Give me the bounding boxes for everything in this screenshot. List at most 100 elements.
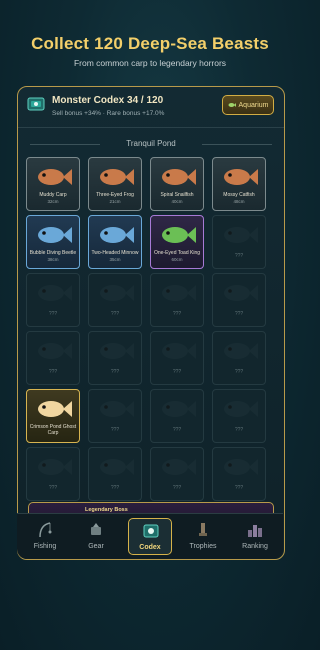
locked-fish-card[interactable]: ??? — [150, 273, 204, 327]
fish-size: 32cm — [47, 199, 59, 204]
fish-name: Crimson Pond Ghost Carp — [29, 424, 77, 436]
silhouette-icon — [38, 285, 72, 301]
fish-size: 35cm — [109, 257, 121, 262]
fish-card[interactable]: Crimson Pond Ghost Carp — [26, 389, 80, 443]
locked-fish-card[interactable]: ??? — [212, 389, 266, 443]
fish-icon — [228, 103, 236, 107]
locked-fish-card[interactable]: ??? — [26, 331, 80, 385]
gear-icon — [91, 523, 101, 535]
tab-label: Gear — [88, 543, 104, 550]
silhouette-icon — [224, 343, 258, 359]
fish-card[interactable]: Two-Headed Minnow 35cm — [88, 215, 142, 269]
fish-name: Bubble Diving Beetle — [29, 250, 77, 256]
locked-fish-card[interactable]: ??? — [88, 273, 142, 327]
snail-icon — [162, 169, 196, 185]
promo-headline: Collect 120 Deep-Sea Beasts — [31, 34, 269, 53]
unknown-label: ??? — [234, 253, 244, 259]
fish-size: 60cm — [171, 257, 183, 262]
fish-card[interactable]: Mossy Catfish 48cm — [212, 157, 266, 211]
unknown-label: ??? — [110, 311, 120, 317]
silhouette-icon — [224, 227, 258, 243]
minnow-icon — [100, 227, 134, 243]
fish-card[interactable]: Spiral Snailfish 40cm — [150, 157, 204, 211]
beetle-icon — [38, 227, 72, 243]
silhouette-icon — [38, 343, 72, 359]
catfish-icon — [224, 169, 258, 185]
promo-subline: From common carp to legendary horrors — [73, 58, 227, 68]
silhouette-icon — [38, 459, 72, 475]
unknown-label: ??? — [172, 369, 182, 375]
fish-card[interactable]: One-Eyed Toad King 60cm — [150, 215, 204, 269]
silhouette-icon — [224, 401, 258, 417]
fish-name: Spiral Snailfish — [160, 192, 194, 198]
unknown-label: ??? — [110, 427, 120, 433]
tab-label: Fishing — [33, 543, 57, 550]
tab-codex[interactable]: Codex — [128, 518, 172, 555]
locked-fish-card[interactable]: ??? — [150, 331, 204, 385]
fishing-icon — [39, 522, 52, 538]
ranking-icon — [248, 525, 262, 537]
silhouette-icon — [224, 285, 258, 301]
unknown-label: ??? — [234, 427, 244, 433]
locked-fish-card[interactable]: ??? — [150, 389, 204, 443]
locked-fish-card[interactable]: ??? — [212, 215, 266, 269]
fish-name: Mossy Catfish — [223, 192, 255, 198]
tab-ranking[interactable]: Ranking — [233, 518, 277, 555]
silhouette-icon — [100, 343, 134, 359]
unknown-label: ??? — [48, 369, 58, 375]
locked-fish-card[interactable]: ??? — [88, 447, 142, 501]
unknown-label: ??? — [172, 311, 182, 317]
unknown-label: ??? — [172, 485, 182, 491]
codex-book-icon — [27, 97, 45, 111]
unknown-label: ??? — [234, 311, 244, 317]
bottom-tab-bar: Fishing Gear Codex Trophies Ranking — [17, 513, 283, 559]
silhouette-icon — [100, 401, 134, 417]
fish-name: Muddy Carp — [39, 192, 67, 198]
silhouette-icon — [162, 401, 196, 417]
locked-fish-card[interactable]: ??? — [26, 273, 80, 327]
fish-size: 21cm — [109, 199, 121, 204]
aquarium-label: Aquarium — [238, 101, 269, 109]
unknown-label: ??? — [48, 311, 58, 317]
codex-header: Monster Codex 34 / 120 Sell bonus +34% ·… — [18, 87, 284, 128]
ghost-carp-icon — [38, 401, 72, 417]
codex-icon — [143, 524, 159, 538]
unknown-label: ??? — [234, 369, 244, 375]
locked-fish-card[interactable]: ??? — [212, 447, 266, 501]
fish-size: 38cm — [47, 257, 59, 262]
silhouette-icon — [162, 285, 196, 301]
codex-title: Monster Codex 34 / 120 — [52, 95, 164, 106]
toad-icon — [162, 227, 196, 243]
unknown-label: ??? — [110, 369, 120, 375]
unknown-label: ??? — [234, 485, 244, 491]
silhouette-icon — [224, 459, 258, 475]
fish-name: Two-Headed Minnow — [91, 250, 139, 256]
silhouette-icon — [100, 459, 134, 475]
section-title: Tranquil Pond — [18, 139, 284, 148]
frog-icon — [100, 169, 134, 185]
silhouette-icon — [162, 459, 196, 475]
tab-label: Ranking — [242, 543, 268, 550]
fish-card[interactable]: Three-Eyed Frog 21cm — [88, 157, 142, 211]
locked-fish-card[interactable]: ??? — [88, 389, 142, 443]
trophy-icon — [199, 523, 207, 536]
codex-panel: Monster Codex 34 / 120 Sell bonus +34% ·… — [17, 86, 285, 560]
fish-card[interactable]: Bubble Diving Beetle 38cm — [26, 215, 80, 269]
fish-size: 48cm — [233, 199, 245, 204]
codex-bonus-stats: Sell bonus +34% · Rare bonus +17.0% — [52, 110, 165, 117]
unknown-label: ??? — [48, 485, 58, 491]
locked-fish-card[interactable]: ??? — [26, 447, 80, 501]
locked-fish-card[interactable]: ??? — [212, 331, 266, 385]
unknown-label: ??? — [110, 485, 120, 491]
tab-trophies[interactable]: Trophies — [181, 518, 225, 555]
locked-fish-card[interactable]: ??? — [88, 331, 142, 385]
locked-fish-card[interactable]: ??? — [212, 273, 266, 327]
aquarium-button[interactable]: Aquarium — [222, 95, 274, 115]
silhouette-icon — [100, 285, 134, 301]
locked-fish-card[interactable]: ??? — [150, 447, 204, 501]
tab-gear[interactable]: Gear — [74, 518, 118, 555]
tab-fishing[interactable]: Fishing — [23, 518, 67, 555]
tab-label: Trophies — [189, 543, 217, 550]
fish-card[interactable]: Muddy Carp 32cm — [26, 157, 80, 211]
fish-name: One-Eyed Toad King — [153, 250, 201, 256]
